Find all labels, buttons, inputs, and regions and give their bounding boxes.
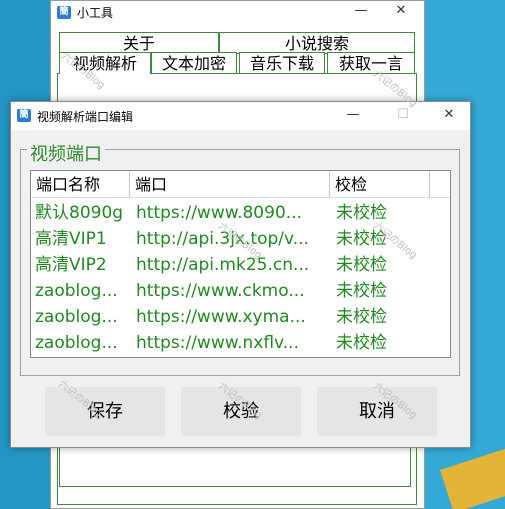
- tab-video-parse[interactable]: 视频解析: [59, 52, 151, 74]
- verify-button[interactable]: 校验: [181, 387, 301, 436]
- tab-music-download[interactable]: 音乐下载: [239, 52, 325, 74]
- dialog-title-bar: 簡 视频解析端口编辑 — ☐ ✕: [11, 102, 470, 130]
- close-icon[interactable]: ✕: [439, 107, 459, 122]
- table-row[interactable]: 默认8090g https://www.8090... 未校检: [31, 200, 450, 226]
- row-url: https://www.ckmo...: [136, 281, 305, 301]
- column-header-port[interactable]: 端口: [130, 171, 330, 198]
- save-button[interactable]: 保存: [45, 387, 165, 436]
- tab-about[interactable]: 关于: [59, 32, 219, 54]
- list-header: 端口名称 端口 校检: [31, 171, 450, 198]
- port-list[interactable]: 端口名称 端口 校检 默认8090g https://www.8090... 未…: [30, 170, 451, 358]
- row-status: 未校检: [336, 333, 387, 353]
- minimize-icon[interactable]: —: [351, 3, 371, 18]
- row-url: http://api.3jx.top/v...: [136, 229, 309, 249]
- row-url: https://www.xyma...: [136, 307, 306, 327]
- close-icon[interactable]: ✕: [391, 3, 411, 18]
- table-row[interactable]: 高清VIP2 http://api.mk25.cn... 未校检: [31, 252, 450, 278]
- main-window-title: 小工具: [77, 6, 114, 20]
- row-url: https://www.nxflv...: [136, 333, 299, 353]
- row-name: zaoblog...: [35, 281, 118, 301]
- row-status: 未校检: [336, 229, 387, 249]
- panel-content-box: [59, 447, 411, 487]
- row-name: zaoblog...: [35, 307, 118, 327]
- minimize-icon[interactable]: —: [343, 107, 363, 122]
- column-header-verify[interactable]: 校检: [330, 171, 430, 198]
- main-title-bar: 簡 小工具 — ✕: [51, 1, 424, 24]
- row-name: 高清VIP2: [35, 255, 107, 275]
- row-name: zaoblog...: [35, 333, 118, 353]
- maximize-icon: ☐: [397, 107, 409, 122]
- app-icon: 簡: [57, 6, 71, 19]
- tab-novel-search[interactable]: 小说搜索: [219, 32, 415, 54]
- tab-get-quote[interactable]: 获取一言: [327, 52, 415, 74]
- row-status: 未校检: [336, 281, 387, 301]
- row-status: 未校检: [336, 255, 387, 275]
- row-status: 未校检: [336, 307, 387, 327]
- row-name: 默认8090g: [35, 203, 124, 223]
- column-header-name[interactable]: 端口名称: [31, 171, 130, 198]
- row-name: 高清VIP1: [35, 229, 107, 249]
- table-row[interactable]: zaoblog... https://www.ckmo... 未校检: [31, 278, 450, 304]
- tab-text-encrypt[interactable]: 文本加密: [151, 52, 237, 74]
- row-status: 未校检: [336, 203, 387, 223]
- table-row[interactable]: zaoblog... https://www.nxflv... 未校检: [31, 330, 450, 356]
- group-label: 视频端口: [27, 140, 105, 166]
- dialog-title: 视频解析端口编辑: [37, 110, 134, 124]
- row-url: http://api.mk25.cn...: [136, 255, 310, 275]
- row-url: https://www.8090...: [136, 203, 302, 223]
- port-edit-dialog: 簡 视频解析端口编辑 — ☐ ✕ 视频端口 端口名称 端口 校检 默认8090g…: [10, 101, 471, 448]
- dialog-app-icon: 簡: [17, 109, 31, 122]
- table-row[interactable]: 高清VIP1 http://api.3jx.top/v... 未校检: [31, 226, 450, 252]
- table-row[interactable]: zaoblog... https://www.xyma... 未校检: [31, 304, 450, 330]
- cancel-button[interactable]: 取消: [317, 387, 437, 436]
